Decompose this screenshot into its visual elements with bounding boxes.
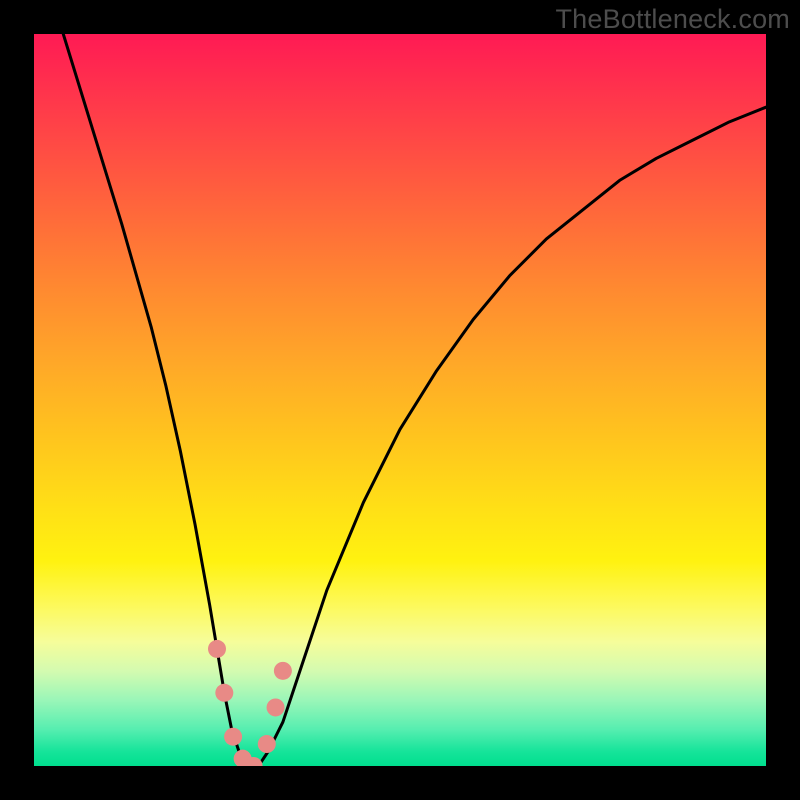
curve-marker: [274, 662, 292, 680]
watermark-text: TheBottleneck.com: [555, 4, 790, 35]
curve-marker: [215, 684, 233, 702]
curve-path: [63, 34, 766, 766]
curve-marker: [267, 698, 285, 716]
curve-marker: [258, 735, 276, 753]
chart-frame: TheBottleneck.com: [0, 0, 800, 800]
curve-marker: [208, 640, 226, 658]
bottleneck-curve: [34, 34, 766, 766]
plot-area: [34, 34, 766, 766]
curve-marker: [224, 728, 242, 746]
